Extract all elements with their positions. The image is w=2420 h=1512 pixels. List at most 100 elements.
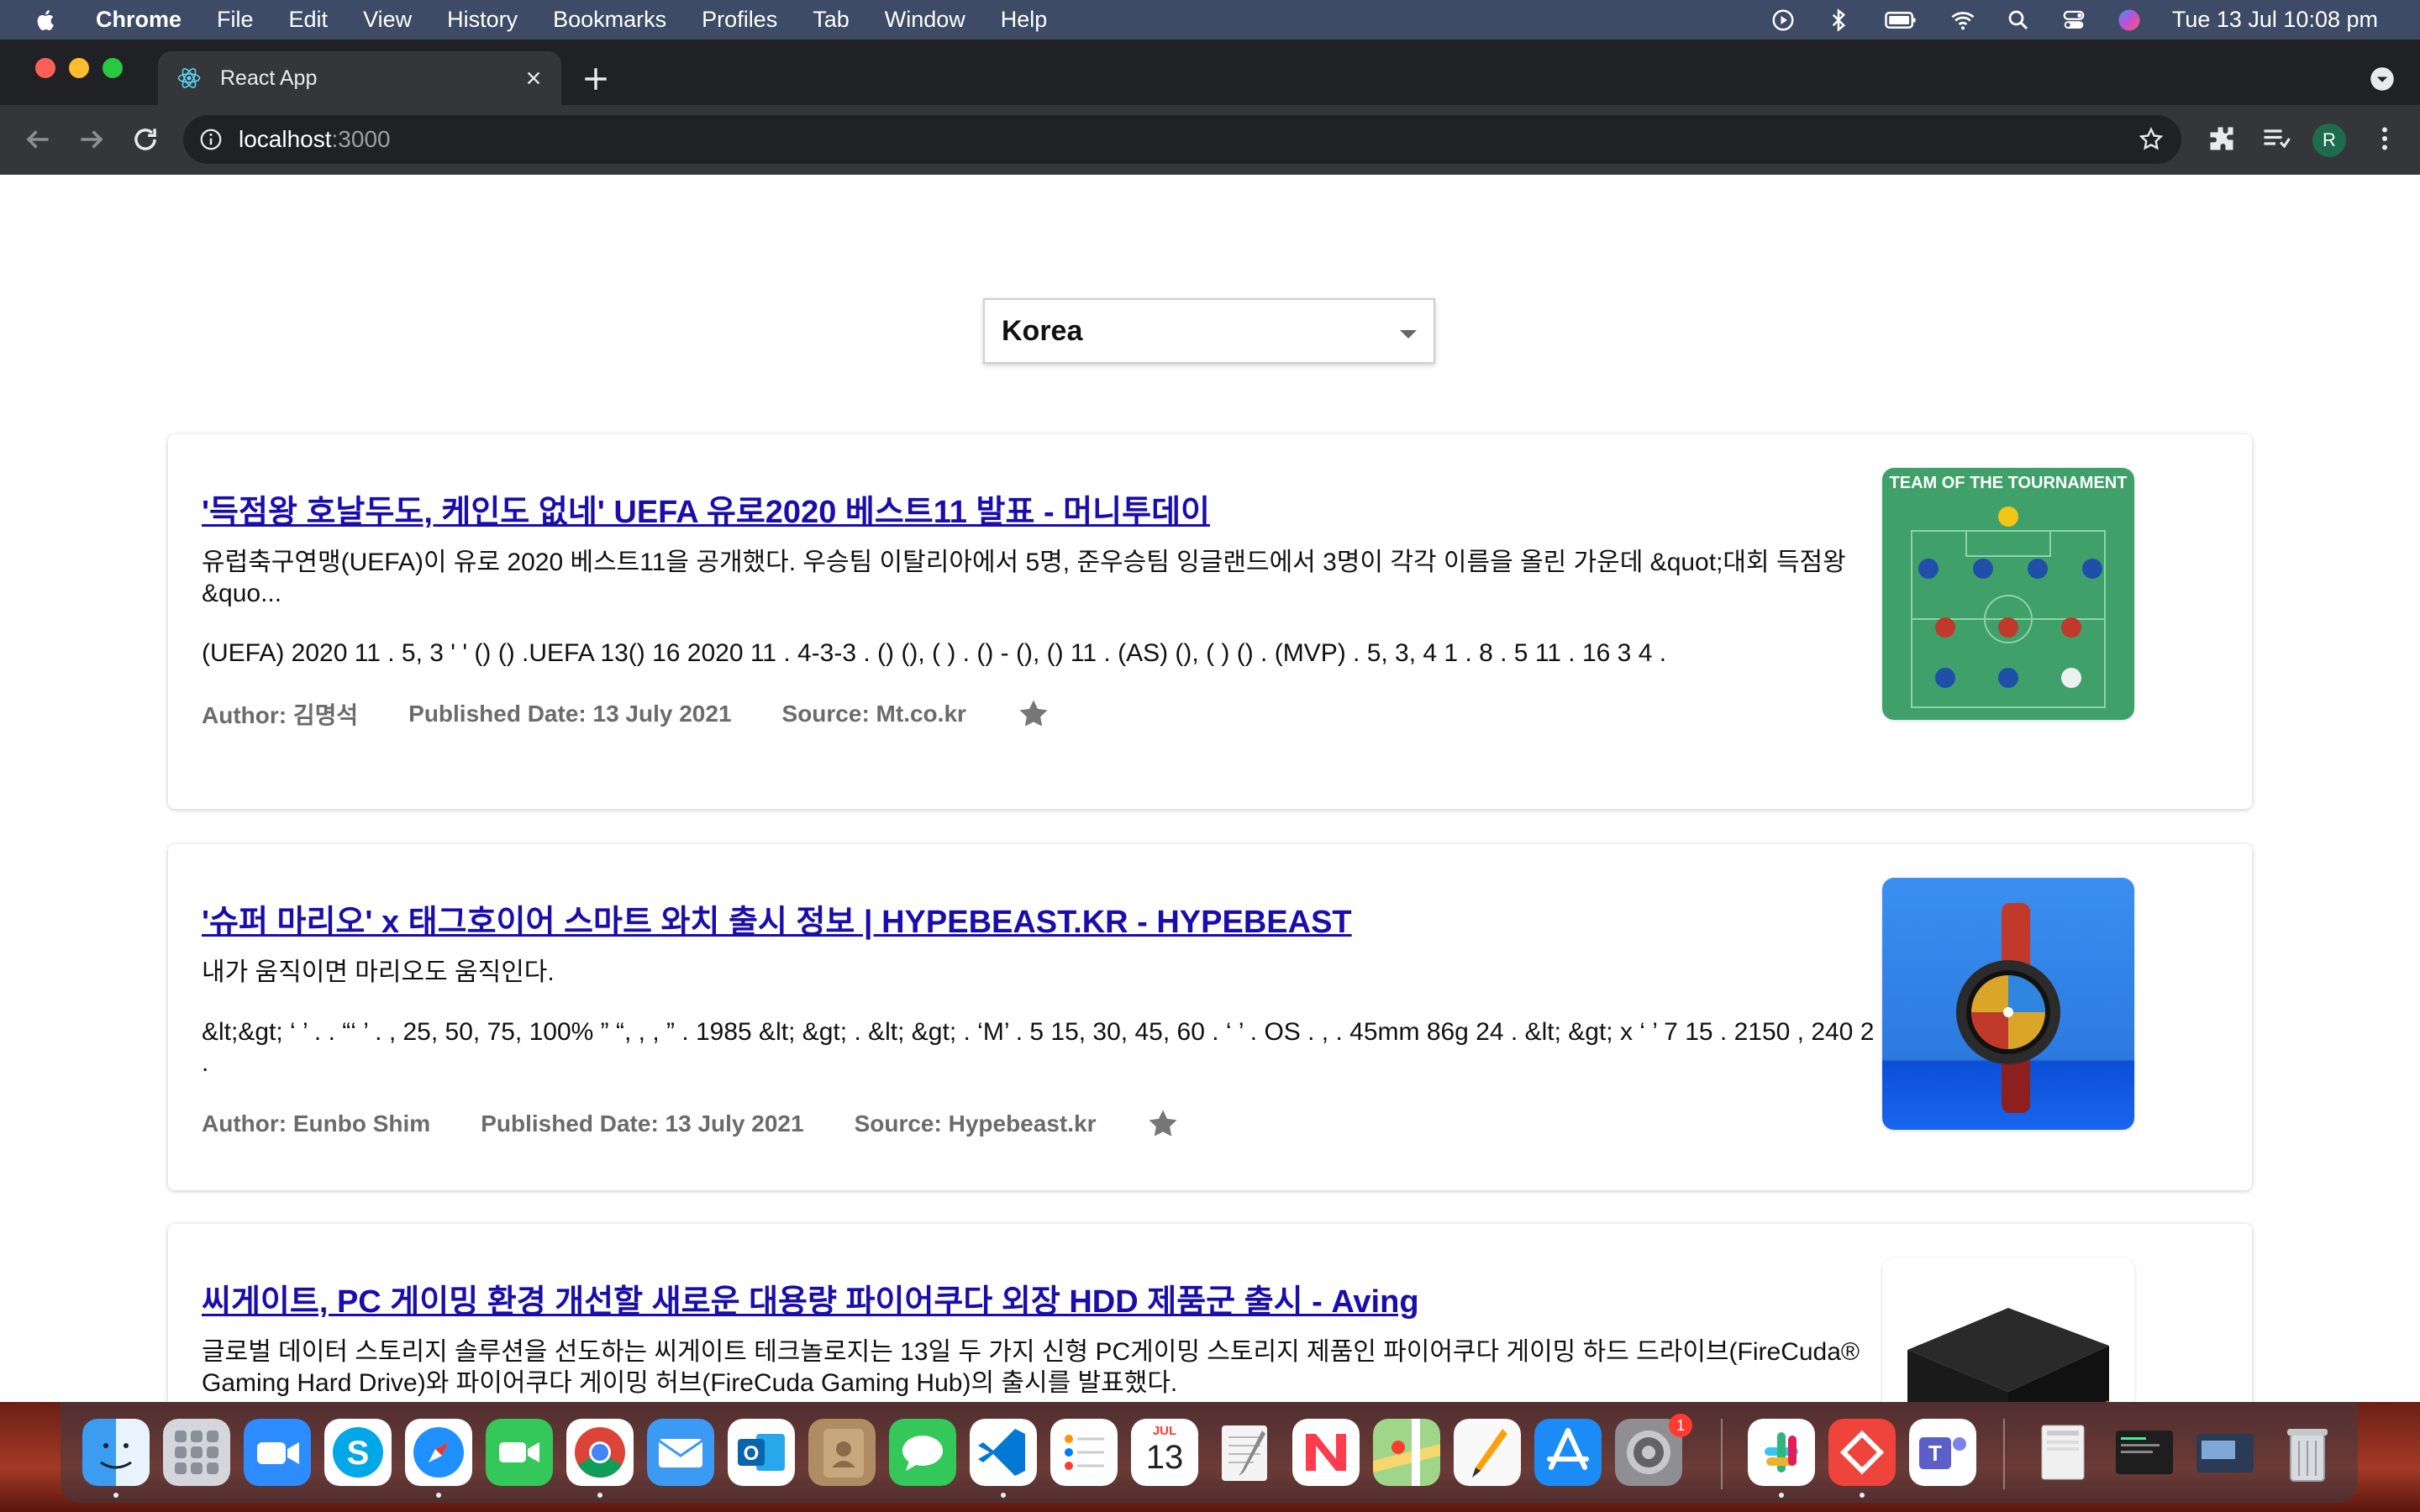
facetime-icon[interactable] [486, 1419, 553, 1486]
safari-icon[interactable] [405, 1419, 472, 1486]
pages-icon[interactable] [1454, 1419, 1521, 1486]
menu-app-name[interactable]: Chrome [96, 7, 182, 33]
url-text[interactable]: localhost:3000 [239, 126, 391, 153]
control-center-icon[interactable] [2061, 8, 2086, 33]
chevron-down-icon [1400, 330, 1417, 339]
menu-file[interactable]: File [217, 7, 254, 33]
favorite-star-icon[interactable] [1017, 697, 1050, 731]
kebab-menu-icon[interactable] [2370, 123, 2400, 154]
window-minimize-button[interactable] [69, 58, 89, 78]
thumbnail-caption: TEAM OF THE TOURNAMENT [1890, 474, 2128, 492]
minimized-window-icon[interactable] [2191, 1419, 2259, 1486]
menu-history[interactable]: History [447, 7, 518, 33]
forward-arrow-icon[interactable] [76, 123, 108, 155]
article-author: Author: Eunbo Shim [202, 1110, 431, 1137]
minimized-window-icon[interactable] [2111, 1419, 2178, 1486]
menu-bar-clock[interactable]: Tue 13 Jul 10:08 pm [2172, 7, 2378, 33]
menu-tab[interactable]: Tab [813, 7, 850, 33]
window-zoom-button[interactable] [103, 58, 123, 78]
address-bar[interactable]: localhost:3000 [183, 115, 2181, 164]
slack-icon[interactable] [1748, 1419, 1815, 1486]
calendar-icon[interactable]: JUL 13 [1131, 1419, 1198, 1486]
article-description: 글로벌 데이터 스토리지 솔루션을 선도하는 씨게이트 테크놀로지는 13일 두… [202, 1338, 1860, 1397]
article-title-link[interactable]: '슈퍼 마리오' x 태그호이어 스마트 와치 출시 정보 | HYPEBEAS… [202, 903, 1882, 942]
outlook-icon[interactable]: O [728, 1419, 795, 1486]
news-card: '득점왕 호날두도, 케인도 없네' UEFA 유로2020 베스트11 발표 … [168, 434, 2252, 809]
window-close-button[interactable] [35, 58, 55, 78]
battery-icon[interactable] [1881, 8, 1920, 33]
bookmark-star-icon[interactable] [2138, 126, 2165, 153]
country-select-value: Korea [1002, 314, 1083, 347]
url-port: :3000 [331, 126, 391, 152]
reminders-icon[interactable] [1050, 1419, 1118, 1486]
apple-logo-icon[interactable] [34, 8, 59, 33]
article-meta: Author: 김명석 Published Date: 13 July 2021… [202, 697, 1882, 731]
article-meta: Author: Eunbo Shim Published Date: 13 Ju… [202, 1107, 1882, 1141]
launchpad-icon[interactable] [163, 1419, 230, 1486]
profile-avatar[interactable]: R [2312, 123, 2346, 157]
browser-toolbar: localhost:3000 R [0, 105, 2420, 175]
notification-badge: 1 [1669, 1414, 1692, 1437]
menu-view[interactable]: View [363, 7, 412, 33]
trash-icon[interactable] [2274, 1419, 2341, 1486]
mail-icon[interactable] [647, 1419, 714, 1486]
reload-icon[interactable] [129, 123, 161, 155]
reading-list-icon[interactable] [2260, 123, 2291, 154]
siri-icon[interactable] [2117, 8, 2142, 33]
spotlight-search-icon[interactable] [2006, 8, 2031, 33]
article-thumbnail[interactable] [1882, 1257, 2134, 1402]
article-thumbnail[interactable]: TEAM OF THE TOURNAMENT [1882, 468, 2134, 720]
documents-stack-icon[interactable] [2030, 1419, 2097, 1486]
menu-bookmarks[interactable]: Bookmarks [553, 7, 666, 33]
extensions-puzzle-icon[interactable] [2207, 123, 2237, 154]
browser-window: React App localhost:3000 R Korea '득점왕 호날… [0, 39, 2420, 1402]
url-host: localhost [239, 126, 332, 152]
country-select[interactable]: Korea [983, 298, 1435, 364]
article-thumbnail[interactable] [1882, 878, 2134, 1130]
football-lineup-image: TEAM OF THE TOURNAMENT [1882, 468, 2134, 720]
news-icon[interactable] [1292, 1419, 1360, 1486]
textedit-icon[interactable] [1212, 1419, 1279, 1486]
article-title-link[interactable]: '득점왕 호날두도, 케인도 없네' UEFA 유로2020 베스트11 발표 … [202, 493, 1882, 532]
vscode-icon[interactable] [970, 1419, 1037, 1486]
calendar-day: 13 [1145, 1439, 1184, 1476]
skype-icon[interactable]: S [324, 1419, 392, 1486]
dock-separator [2003, 1419, 2005, 1489]
smartwatch-image [1882, 878, 2134, 1130]
tab-close-icon[interactable] [524, 69, 543, 87]
site-info-icon[interactable] [198, 127, 224, 152]
browser-tab-active[interactable]: React App [158, 51, 561, 105]
chrome-icon[interactable] [566, 1419, 634, 1486]
zoom-icon[interactable] [244, 1419, 311, 1486]
menu-profiles[interactable]: Profiles [702, 7, 777, 33]
maps-icon[interactable] [1373, 1419, 1440, 1486]
tab-title: React App [220, 66, 318, 90]
app-store-icon[interactable] [1534, 1419, 1602, 1486]
messages-icon[interactable] [889, 1419, 956, 1486]
menu-help[interactable]: Help [1001, 7, 1048, 33]
tab-search-chevron-icon[interactable] [2370, 66, 2395, 92]
svg-text:S: S [347, 1435, 370, 1472]
calendar-month: JUL [1152, 1424, 1177, 1438]
article-title-link[interactable]: 씨게이트, PC 게이밍 환경 개선할 새로운 대용량 파이어쿠다 외장 HDD… [202, 1283, 1882, 1321]
news-card: '슈퍼 마리오' x 태그호이어 스마트 와치 출시 정보 | HYPEBEAS… [168, 844, 2252, 1190]
contacts-icon[interactable] [808, 1419, 876, 1486]
back-arrow-icon[interactable] [22, 123, 54, 155]
teams-icon[interactable]: T [1909, 1419, 1976, 1486]
running-indicator [1860, 1493, 1865, 1498]
running-indicator [597, 1493, 602, 1498]
react-logo-icon [177, 68, 201, 88]
new-tab-plus-icon[interactable] [581, 65, 610, 93]
running-indicator [436, 1493, 441, 1498]
anydesk-icon[interactable] [1828, 1419, 1896, 1486]
menu-edit[interactable]: Edit [289, 7, 329, 33]
tab-strip: React App [0, 39, 2420, 105]
article-published-date: Published Date: 13 July 2021 [481, 1110, 804, 1137]
finder-icon[interactable] [82, 1419, 150, 1486]
bluetooth-icon[interactable] [1826, 8, 1851, 33]
wifi-icon[interactable] [1950, 8, 1975, 33]
menu-window[interactable]: Window [885, 7, 965, 33]
play-circle-icon[interactable] [1770, 8, 1796, 33]
article-content: &lt;&gt; ‘ ’ . . “‘ ’ . , 25, 50, 75, 10… [202, 1018, 1875, 1077]
favorite-star-icon[interactable] [1146, 1107, 1180, 1141]
